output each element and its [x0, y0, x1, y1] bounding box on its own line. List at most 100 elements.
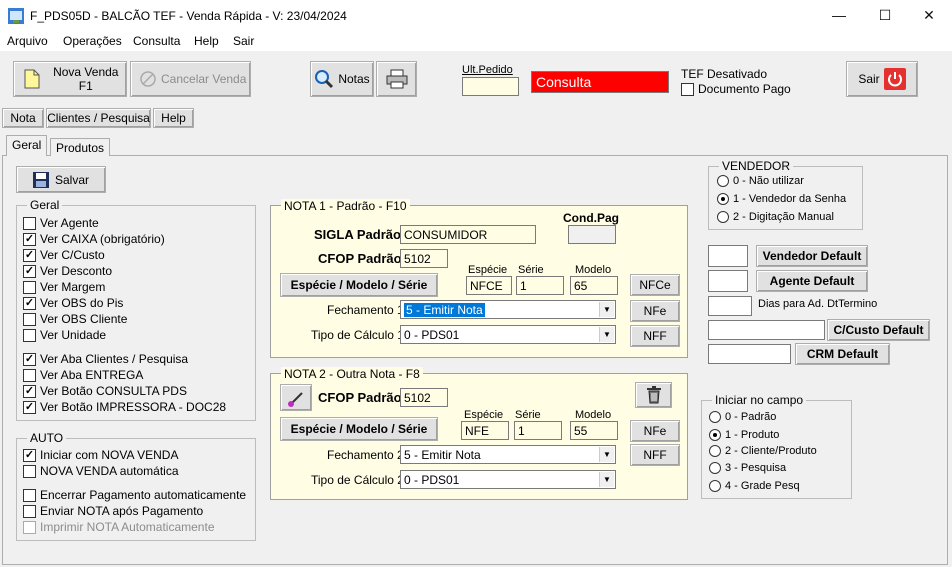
nota2-edit-button[interactable]	[280, 384, 312, 411]
nota2-modelo-field[interactable]: 55	[570, 421, 618, 440]
checkbox-auto-0[interactable]: ✓ Iniciar com NOVA VENDA	[23, 448, 178, 462]
nota1-serie-field[interactable]: 1	[516, 276, 564, 295]
checkbox-geral-11[interactable]: ✓ Ver Botão IMPRESSORA - DOC28	[23, 400, 226, 414]
dropdown-arrow-icon: ▼	[599, 302, 614, 317]
checkbox-geral-2[interactable]: ✓ Ver C/Custo	[23, 248, 105, 262]
sigla-padrao-field[interactable]: CONSUMIDOR	[400, 225, 536, 244]
checkbox-box	[23, 312, 36, 326]
crm-default-field[interactable]	[708, 344, 791, 364]
radio-vendedor-2[interactable]: 2 - Digitação Manual	[717, 211, 834, 223]
vendedor-default-button[interactable]: Vendedor Default	[756, 245, 868, 267]
radio-vendedor-0[interactable]: 0 - Não utilizar	[717, 175, 804, 187]
menu-help[interactable]: Help	[194, 34, 219, 48]
maximize-button[interactable]: ☐	[862, 0, 908, 31]
agente-default-button[interactable]: Agente Default	[756, 270, 868, 292]
radio-iniciar-1[interactable]: 1 - Produto	[709, 429, 779, 441]
nova-venda-button[interactable]: Nova Venda F1	[13, 61, 127, 97]
nota1-nff-button[interactable]: NFF	[630, 325, 680, 347]
tab-geral[interactable]: Geral	[6, 135, 48, 156]
dias-dttermino-field[interactable]	[708, 296, 752, 316]
main-window: F_PDS05D - BALCÃO TEF - Venda Rápida - V…	[0, 0, 952, 567]
radio-circle-icon	[709, 462, 721, 474]
nota1-title: NOTA 1 - Padrão - F10	[281, 199, 410, 213]
nota2-calculo-select[interactable]: 0 - PDS01 ▼	[400, 470, 616, 489]
radio-vendedor-1[interactable]: 1 - Vendedor da Senha	[717, 193, 846, 205]
sair-button[interactable]: Sair	[846, 61, 918, 97]
nota1-cfop-field[interactable]: 5102	[400, 249, 448, 268]
tab-nota[interactable]: Nota	[2, 108, 44, 128]
menu-consulta[interactable]: Consulta	[133, 34, 180, 48]
menu-sair[interactable]: Sair	[233, 34, 254, 48]
salvar-button[interactable]: Salvar	[16, 166, 106, 193]
checkbox-geral-8[interactable]: ✓ Ver Aba Clientes / Pesquisa	[23, 352, 188, 366]
checkbox-geral-3[interactable]: ✓ Ver Desconto	[23, 264, 112, 278]
radio-iniciar-4[interactable]: 4 - Grade Pesq	[709, 480, 800, 492]
checkmark-icon: ✓	[23, 232, 36, 246]
checkbox-label: Iniciar com NOVA VENDA	[40, 448, 179, 462]
crm-default-button[interactable]: CRM Default	[795, 343, 890, 365]
nota2-cfop-field[interactable]: 5102	[400, 388, 448, 407]
checkbox-geral-6[interactable]: Ver OBS Cliente	[23, 312, 127, 326]
cond-pag-field[interactable]	[568, 225, 616, 244]
radio-iniciar-3[interactable]: 3 - Pesquisa	[709, 462, 786, 474]
nota1-nfe-button[interactable]: NFe	[630, 300, 680, 322]
radio-label: 2 - Digitação Manual	[733, 211, 834, 223]
tab-produtos[interactable]: Produtos	[50, 138, 111, 156]
nota1-especie-modelo-serie-button[interactable]: Espécie / Modelo / Série	[280, 273, 438, 297]
checkbox-label: Ver Agente	[40, 216, 99, 230]
nota2-nff-button[interactable]: NFF	[630, 444, 680, 466]
nota2-serie-label: Série	[515, 409, 541, 421]
nota1-fechamento-select[interactable]: 5 - Emitir Nota ▼	[400, 300, 616, 319]
checkbox-label: Ver Desconto	[40, 264, 113, 278]
nota2-especie-field[interactable]: NFE	[461, 421, 509, 440]
agente-default-field[interactable]	[708, 270, 748, 292]
nota2-especie-modelo-serie-button[interactable]: Espécie / Modelo / Série	[280, 417, 438, 441]
nota2-fechamento-select[interactable]: 5 - Emitir Nota ▼	[400, 445, 616, 464]
checkbox-auto-1[interactable]: NOVA VENDA automática	[23, 464, 179, 478]
nota2-nfe-button[interactable]: NFe	[630, 420, 680, 442]
checkbox-geral-10[interactable]: ✓ Ver Botão CONSULTA PDS	[23, 384, 187, 398]
printer-button[interactable]	[376, 61, 417, 97]
checkbox-geral-7[interactable]: Ver Unidade	[23, 328, 106, 342]
nota2-serie-field[interactable]: 1	[514, 421, 562, 440]
nota1-calculo-select[interactable]: 0 - PDS01 ▼	[400, 325, 616, 344]
tab-help[interactable]: Help	[153, 108, 194, 128]
minimize-button[interactable]: —	[816, 0, 862, 31]
checkbox-box	[23, 520, 36, 534]
notas-button[interactable]: Notas	[310, 61, 374, 97]
nota1-especie-label: Espécie	[468, 264, 508, 276]
cond-pag-label: Cond.Pag	[563, 211, 619, 225]
vendedor-default-field[interactable]	[708, 245, 748, 267]
cancelar-venda-button[interactable]: Cancelar Venda	[130, 61, 251, 97]
menu-arquivo[interactable]: Arquivo	[7, 34, 48, 48]
nota1-modelo-field[interactable]: 65	[570, 276, 618, 295]
checkbox-geral-9[interactable]: Ver Aba ENTREGA	[23, 368, 143, 382]
close-button[interactable]: ✕	[906, 0, 952, 31]
nota1-nfce-button[interactable]: NFCe	[630, 274, 680, 296]
checkbox-geral-4[interactable]: Ver Margem	[23, 280, 105, 294]
magnifier-icon	[315, 70, 334, 89]
nota2-calculo-label: Tipo de Cálculo 2	[311, 473, 404, 487]
nota2-delete-button[interactable]	[635, 382, 672, 408]
nota1-calculo-value: 0 - PDS01	[404, 328, 460, 342]
checkbox-geral-5[interactable]: ✓ Ver OBS do Pis	[23, 296, 123, 310]
brush-icon	[288, 391, 303, 407]
checkbox-box	[23, 368, 36, 382]
menu-operacoes[interactable]: Operações	[63, 34, 122, 48]
checkbox-auto-2[interactable]: Encerrar Pagamento automaticamente	[23, 488, 246, 502]
radio-circle-icon	[709, 429, 721, 441]
nota1-calculo-label: Tipo de Cálculo 1	[311, 328, 404, 342]
nota1-especie-field[interactable]: NFCE	[466, 276, 512, 295]
checkbox-auto-3[interactable]: Enviar NOTA após Pagamento	[23, 504, 203, 518]
ccusto-default-field[interactable]	[708, 320, 825, 340]
ult-pedido-field[interactable]	[462, 77, 519, 96]
tab-clientes-pesquisa[interactable]: Clientes / Pesquisa	[46, 108, 151, 128]
checkbox-auto-4[interactable]: Imprimir NOTA Automaticamente	[23, 520, 215, 534]
radio-iniciar-0[interactable]: 0 - Padrão	[709, 411, 776, 423]
documento-pago-checkbox[interactable]: Documento Pago	[681, 82, 791, 96]
checkbox-geral-1[interactable]: ✓ Ver CAIXA (obrigatório)	[23, 232, 165, 246]
radio-iniciar-2[interactable]: 2 - Cliente/Produto	[709, 445, 817, 457]
checkbox-geral-0[interactable]: Ver Agente	[23, 216, 99, 230]
ccusto-default-button[interactable]: C/Custo Default	[827, 319, 930, 341]
checkbox-label: Ver CAIXA (obrigatório)	[40, 232, 165, 246]
